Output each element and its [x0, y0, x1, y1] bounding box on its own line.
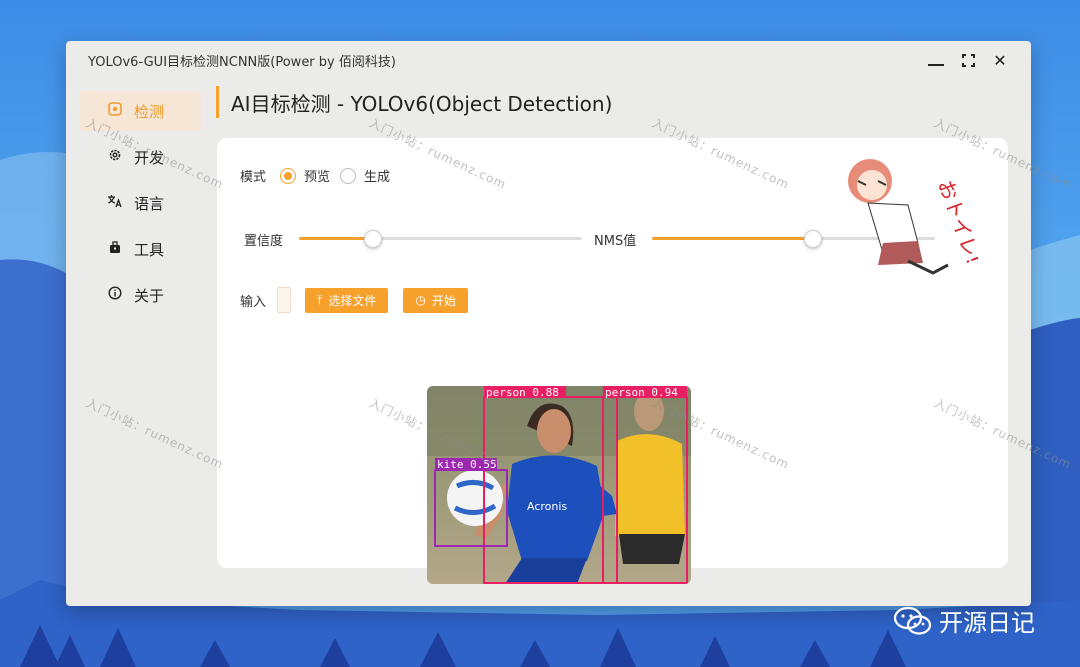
brand-name: 开源日记	[939, 609, 1035, 637]
app-window: YOLOv6-GUI目标检测NCNN版(Power by 佰阅科技) ✕ 检测 …	[66, 41, 1074, 606]
brand-badge: 开源日记	[893, 603, 1035, 638]
detection-result-image: person 0.88 person 0.94 kite 0.55 Acroni…	[427, 386, 691, 584]
close-button[interactable]: ✕	[987, 48, 1013, 72]
translate-icon	[106, 194, 124, 212]
sidebar-item-label: 检测	[134, 102, 165, 121]
radio-unchecked-icon	[340, 167, 357, 184]
detection-label: kite 0.55	[437, 458, 497, 471]
mode-radio-generate[interactable]: 生成	[340, 166, 390, 185]
confidence-slider[interactable]	[299, 230, 582, 248]
mode-option-label: 生成	[364, 170, 391, 185]
page-header: AI目标检测 - YOLOv6(Object Detection)	[216, 85, 612, 119]
detection-label: person 0.88	[486, 386, 559, 399]
detect-icon	[106, 102, 124, 120]
nms-slider-fill	[652, 237, 813, 240]
minimize-icon	[928, 64, 944, 66]
mascot-sticker: おトイレ!	[848, 159, 978, 275]
sidebar-item-label: 语言	[134, 194, 165, 213]
mode-option-label: 预览	[304, 170, 331, 185]
info-icon	[106, 286, 124, 304]
confidence-slider-fill	[299, 237, 373, 240]
sidebar-nav: 检测 开发 语言 工具 关于	[80, 91, 202, 321]
close-icon: ✕	[993, 50, 1007, 70]
detection-label: person 0.94	[605, 386, 678, 399]
confidence-slider-handle[interactable]	[364, 230, 382, 248]
nms-label: NMS值	[594, 234, 637, 249]
sidebar-item-develop[interactable]: 开发	[80, 137, 201, 177]
upload-icon: ⤒	[317, 292, 323, 307]
nms-slider-handle[interactable]	[804, 230, 822, 248]
start-label: 开始	[431, 293, 456, 308]
maximize-button[interactable]	[955, 48, 981, 72]
choose-file-label: 选择文件	[328, 293, 377, 308]
sidebar-item-label: 工具	[134, 240, 165, 259]
confidence-label: 置信度	[244, 234, 284, 249]
mode-radio-preview[interactable]: 预览	[280, 166, 330, 185]
header-accent-bar	[216, 86, 219, 118]
input-path-field[interactable]	[277, 287, 292, 313]
choose-file-button[interactable]: ⤒ 选择文件	[305, 287, 389, 313]
mode-label: 模式	[240, 170, 267, 185]
sidebar-item-tools[interactable]: 工具	[80, 229, 201, 269]
sidebar-item-language[interactable]: 语言	[80, 183, 201, 223]
sidebar-item-about[interactable]: 关于	[80, 275, 201, 315]
mode-row: 模式 预览 生成	[240, 166, 400, 185]
wechat-icon	[893, 606, 932, 635]
sidebar-item-label: 开发	[134, 148, 165, 167]
gear-icon	[106, 148, 124, 166]
page-title: AI目标检测 - YOLOv6(Object Detection)	[231, 91, 613, 116]
input-row: 输入 ⤒ 选择文件 ◷ 开始	[240, 287, 483, 313]
start-button[interactable]: ◷ 开始	[403, 287, 468, 313]
play-circle-icon: ◷	[415, 293, 426, 307]
minimize-button[interactable]	[923, 48, 949, 72]
jersey-text: Acronis	[527, 500, 567, 513]
radio-checked-icon	[280, 167, 297, 184]
sidebar-item-label: 关于	[134, 286, 165, 305]
sidebar-item-detect[interactable]: 检测	[80, 91, 201, 131]
maximize-icon	[961, 53, 975, 67]
toolbox-icon	[106, 240, 124, 258]
watermark: 入门小站：rumenz.com	[83, 395, 226, 472]
input-label: 输入	[240, 294, 267, 310]
title-bar[interactable]: YOLOv6-GUI目标检测NCNN版(Power by 佰阅科技) ✕	[66, 41, 1031, 79]
window-title: YOLOv6-GUI目标检测NCNN版(Power by 佰阅科技)	[88, 55, 396, 70]
mascot-text: おトイレ!	[933, 177, 978, 268]
